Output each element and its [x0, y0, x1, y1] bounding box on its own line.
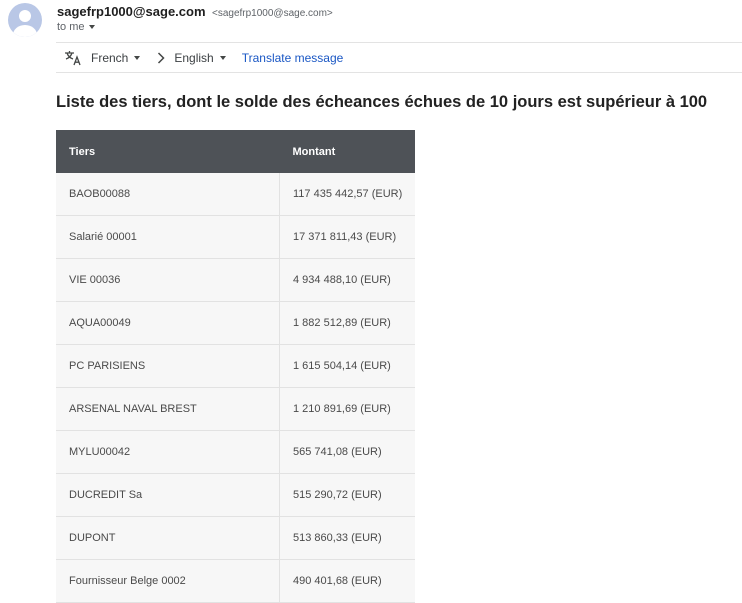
cell-tiers: Fournisseur Belge 0002 — [56, 559, 280, 603]
table-row: ARSENAL NAVAL BREST 1 210 891,69 (EUR) — [56, 387, 415, 431]
table-row: Fournisseur Belge 0002 490 401,68 (EUR) — [56, 559, 415, 603]
cell-montant: 1 615 504,14 (EUR) — [279, 344, 415, 388]
cell-montant: 490 401,68 (EUR) — [279, 559, 415, 603]
column-header-montant: Montant — [279, 130, 415, 173]
cell-tiers: PC PARISIENS — [56, 344, 280, 388]
table-row: AQUA00049 1 882 512,89 (EUR) — [56, 301, 415, 345]
cell-montant: 117 435 442,57 (EUR) — [279, 173, 415, 216]
cell-montant: 1 882 512,89 (EUR) — [279, 301, 415, 345]
target-language-label: English — [174, 50, 214, 65]
message-heading: Liste des tiers, dont le solde des échea… — [56, 93, 708, 111]
cell-montant: 17 371 811,43 (EUR) — [279, 215, 415, 259]
target-language-dropdown[interactable]: English — [174, 50, 226, 65]
sender-line: sagefrp1000@sage.com <sagefrp1000@sage.c… — [57, 3, 333, 21]
source-language-label: French — [91, 50, 129, 65]
cell-montant: 515 290,72 (EUR) — [279, 473, 415, 517]
cell-montant: 565 741,08 (EUR) — [279, 430, 415, 474]
sender-email: <sagefrp1000@sage.com> — [211, 8, 333, 19]
tiers-table: Tiers Montant BAOB00088 117 435 442,57 (… — [56, 130, 415, 603]
caret-down-icon — [134, 55, 141, 60]
table-row: DUPONT 513 860,33 (EUR) — [56, 516, 415, 560]
cell-tiers: DUPONT — [56, 516, 280, 560]
avatar-body-shape — [13, 25, 37, 37]
sender-avatar[interactable] — [8, 3, 42, 37]
translate-bar: French English Translate message — [56, 42, 742, 73]
translate-icon — [65, 50, 81, 65]
cell-tiers: BAOB00088 — [56, 173, 280, 216]
cell-tiers: AQUA00049 — [56, 301, 280, 345]
table-row: PC PARISIENS 1 615 504,14 (EUR) — [56, 344, 415, 388]
sender-name[interactable]: sagefrp1000@sage.com — [57, 4, 206, 19]
cell-montant: 4 934 488,10 (EUR) — [279, 258, 415, 302]
table-row: Salarié 00001 17 371 811,43 (EUR) — [56, 215, 415, 259]
cell-tiers: ARSENAL NAVAL BREST — [56, 387, 280, 431]
caret-down-icon — [88, 25, 95, 29]
cell-tiers: Salarié 00001 — [56, 215, 280, 259]
table-row: DUCREDIT Sa 515 290,72 (EUR) — [56, 473, 415, 517]
column-header-tiers: Tiers — [56, 130, 280, 173]
caret-down-icon — [219, 55, 226, 60]
table-row: BAOB00088 117 435 442,57 (EUR) — [56, 173, 415, 216]
translate-message-link[interactable]: Translate message — [242, 51, 344, 65]
recipient-label: to me — [57, 21, 85, 33]
source-language-dropdown[interactable]: French — [91, 50, 141, 65]
table-row: MYLU00042 565 741,08 (EUR) — [56, 430, 415, 474]
chevron-right-icon — [158, 51, 165, 64]
cell-montant: 513 860,33 (EUR) — [279, 516, 415, 560]
recipient-details-toggle[interactable]: to me — [57, 21, 95, 33]
avatar-head-shape — [19, 10, 31, 22]
cell-tiers: MYLU00042 — [56, 430, 280, 474]
cell-tiers: VIE 00036 — [56, 258, 280, 302]
table-header-row: Tiers Montant — [56, 130, 415, 173]
cell-tiers: DUCREDIT Sa — [56, 473, 280, 517]
table-row: VIE 00036 4 934 488,10 (EUR) — [56, 258, 415, 302]
cell-montant: 1 210 891,69 (EUR) — [279, 387, 415, 431]
